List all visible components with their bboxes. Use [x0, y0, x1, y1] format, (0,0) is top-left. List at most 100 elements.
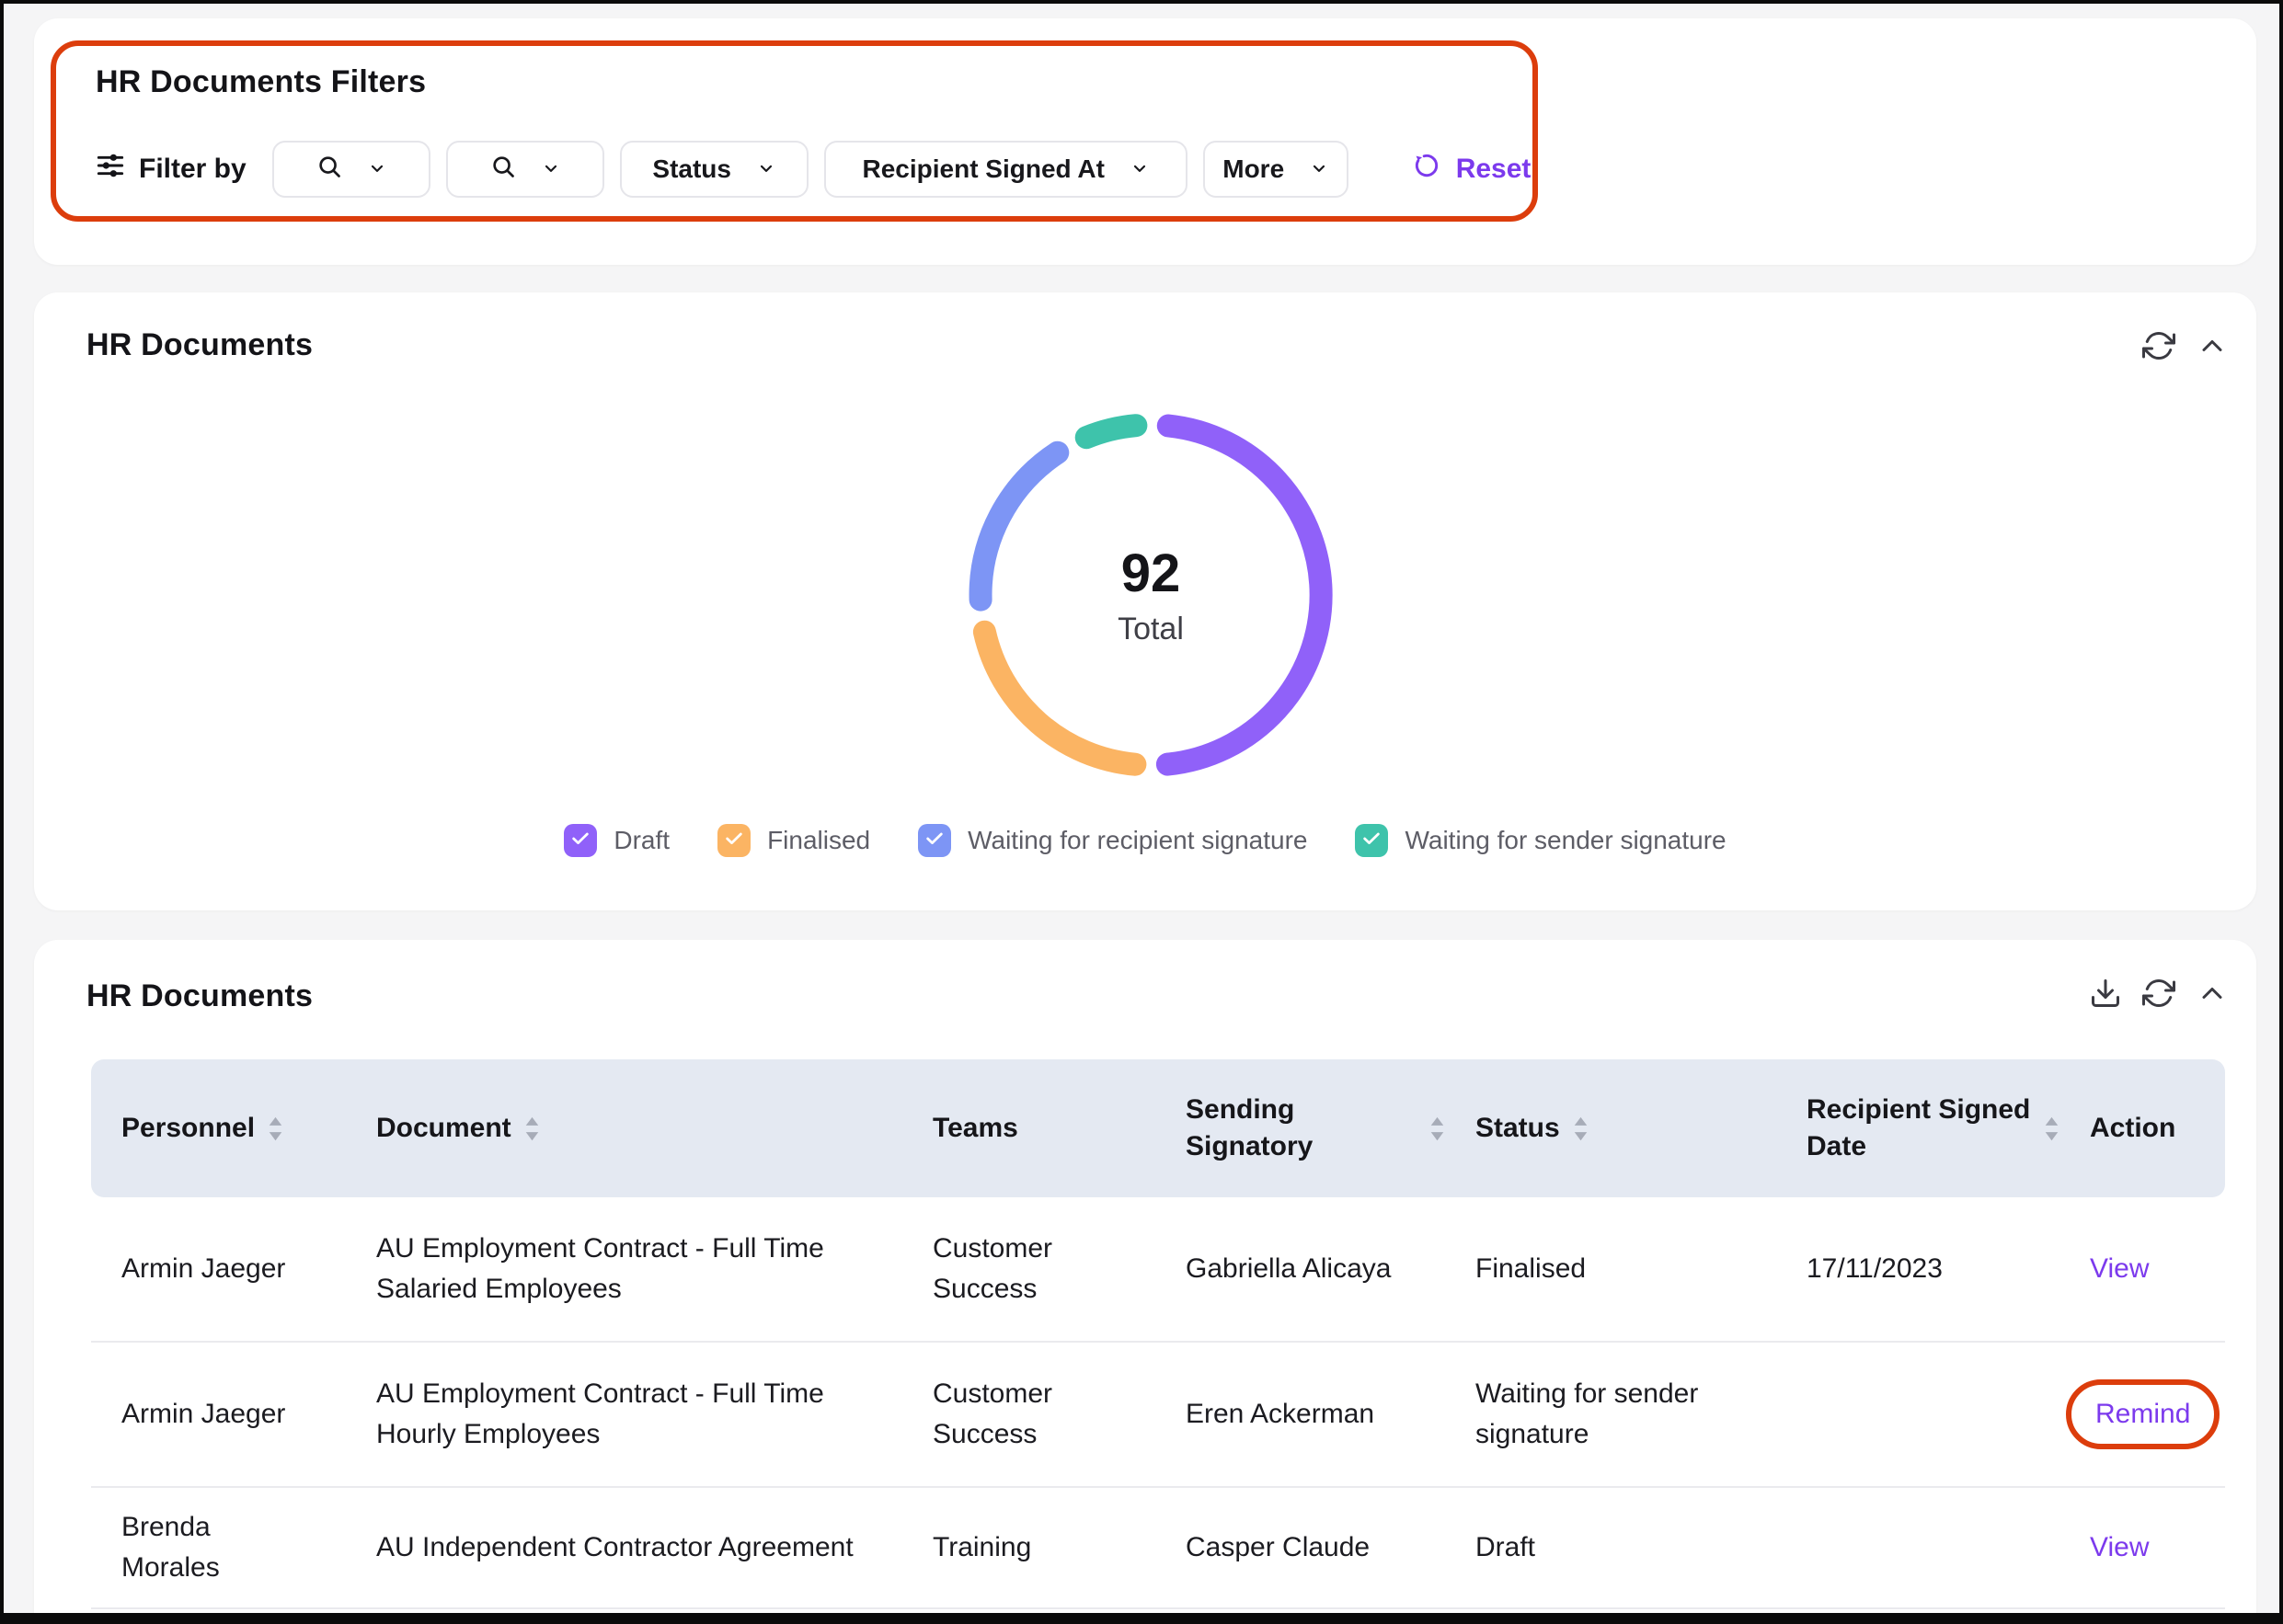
chevron-down-icon — [368, 154, 386, 184]
cell-personnel: Armin Jaeger — [91, 1394, 346, 1435]
cell-personnel: Brenda Morales — [91, 1507, 346, 1588]
collapse-icon — [2196, 329, 2229, 365]
download-button[interactable] — [2089, 977, 2122, 1012]
dropdown-label: Recipient Signed At — [862, 154, 1104, 184]
chart-legend: Draft Finalised Waiting for recipient sign… — [34, 824, 2256, 857]
cell-document: AU Employment Contract - Full Time Hourl… — [346, 1374, 902, 1455]
column-label: Action — [2090, 1110, 2175, 1147]
column-label: Recipient Signed Date — [1807, 1092, 2031, 1165]
filter-by-label-group: Filter by — [96, 151, 247, 188]
column-label: Status — [1475, 1110, 1560, 1147]
collapse-button[interactable] — [2196, 977, 2229, 1012]
cell-document: AU Employment Contract - Full Time Salar… — [346, 1229, 902, 1309]
hr-documents-table: Personnel Document Teams Sending Signatory S… — [91, 1059, 2225, 1609]
action-remind-link[interactable]: Remind — [2066, 1379, 2220, 1449]
legend-checkbox-finalised[interactable] — [717, 824, 751, 857]
check-icon — [570, 826, 591, 855]
action-view-link[interactable]: View — [2090, 1527, 2149, 1568]
cell-teams: Customer Success — [902, 1229, 1155, 1309]
column-label: Document — [376, 1110, 511, 1147]
search-filter-dropdown-1[interactable] — [272, 141, 430, 198]
cell-action: Remind — [2059, 1389, 2225, 1440]
table-card-actions — [2089, 977, 2229, 1012]
table-row: Brenda MoralesAU Independent Contractor … — [91, 1488, 2225, 1609]
reset-button[interactable]: Reset — [1412, 151, 1532, 188]
cell-status: Draft — [1445, 1527, 1776, 1568]
more-filter-dropdown[interactable]: More — [1203, 141, 1348, 198]
cell-action: View — [2059, 1527, 2225, 1568]
column-label: Sending Signatory — [1186, 1092, 1417, 1165]
table-row: Armin JaegerAU Employment Contract - Ful… — [91, 1197, 2225, 1343]
chevron-down-icon — [542, 154, 560, 184]
refresh-icon — [2142, 977, 2175, 1012]
column-header-sending-signatory[interactable]: Sending Signatory — [1155, 1092, 1445, 1165]
column-header-document[interactable]: Document — [346, 1110, 902, 1147]
legend-item-draft[interactable]: Draft — [564, 824, 670, 857]
sort-icon — [2044, 1115, 2059, 1142]
cell-signatory: Gabriella Alicaya — [1155, 1249, 1445, 1289]
chevron-down-icon — [1310, 154, 1328, 184]
donut-segment-waiting-for-recipient-signature — [981, 452, 1058, 600]
dropdown-label: Status — [652, 154, 731, 184]
check-icon — [924, 826, 945, 855]
refresh-button[interactable] — [2142, 977, 2175, 1012]
chevron-down-icon — [1130, 154, 1149, 184]
cell-document: AU Independent Contractor Agreement — [346, 1527, 902, 1568]
recipient-signed-at-filter-dropdown[interactable]: Recipient Signed At — [824, 141, 1187, 198]
table-card-title: HR Documents — [86, 978, 313, 1014]
column-header-personnel[interactable]: Personnel — [91, 1110, 346, 1147]
column-header-status[interactable]: Status — [1445, 1110, 1776, 1147]
rotate-ccw-icon — [1412, 151, 1441, 188]
chart-card: HR Documents 92 Total Draft Finalised Wait… — [34, 292, 2256, 910]
legend-label: Waiting for recipient signature — [968, 826, 1307, 855]
search-icon — [316, 154, 342, 186]
chart-card-actions — [2142, 329, 2229, 365]
legend-item-finalised[interactable]: Finalised — [717, 824, 870, 857]
legend-checkbox-waiting-for-recipient-signature[interactable] — [918, 824, 951, 857]
donut-segment-finalised — [984, 632, 1135, 764]
table-card: HR Documents Personnel Document Teams Sendi… — [34, 940, 2256, 1624]
action-view-link[interactable]: View — [2090, 1249, 2149, 1289]
column-label: Teams — [933, 1110, 1018, 1147]
status-filter-dropdown[interactable]: Status — [620, 141, 809, 198]
column-label: Personnel — [121, 1110, 255, 1147]
donut-chart: 92 Total — [939, 383, 1362, 806]
table-row: Armin JaegerAU Employment Contract - Ful… — [91, 1343, 2225, 1488]
collapse-button[interactable] — [2196, 329, 2229, 365]
sliders-icon — [96, 151, 125, 188]
search-filter-dropdown-2[interactable] — [446, 141, 604, 198]
cell-personnel: Armin Jaeger — [91, 1249, 346, 1289]
check-icon — [1361, 826, 1382, 855]
legend-item-waiting-for-recipient-signature[interactable]: Waiting for recipient signature — [918, 824, 1307, 857]
legend-label: Draft — [614, 826, 670, 855]
search-icon — [490, 154, 516, 186]
legend-label: Waiting for sender signature — [1405, 826, 1726, 855]
cell-teams: Customer Success — [902, 1374, 1155, 1455]
cell-status: Waiting for sender signature — [1445, 1374, 1776, 1455]
filter-by-label: Filter by — [139, 154, 247, 185]
filters-card-title: HR Documents Filters — [96, 64, 426, 100]
refresh-icon — [2142, 329, 2175, 365]
sort-icon — [268, 1115, 283, 1142]
refresh-button[interactable] — [2142, 329, 2175, 365]
table-header-row: Personnel Document Teams Sending Signatory S… — [91, 1059, 2225, 1197]
cell-action: View — [2059, 1249, 2225, 1289]
cell-date: 17/11/2023 — [1776, 1249, 2059, 1289]
filters-card: HR Documents Filters Filter by Status Rec… — [34, 18, 2256, 265]
sort-icon — [1573, 1115, 1589, 1142]
cell-signatory: Eren Ackerman — [1155, 1394, 1445, 1435]
page: HR Documents Filters Filter by Status Rec… — [0, 0, 2283, 1624]
donut-chart-svg — [939, 383, 1362, 806]
table-body: Armin JaegerAU Employment Contract - Ful… — [91, 1197, 2225, 1609]
column-header-teams: Teams — [902, 1110, 1155, 1147]
collapse-icon — [2196, 977, 2229, 1012]
legend-checkbox-waiting-for-sender-signature[interactable] — [1355, 824, 1388, 857]
chevron-down-icon — [757, 154, 775, 184]
chart-card-title: HR Documents — [86, 327, 313, 363]
legend-item-waiting-for-sender-signature[interactable]: Waiting for sender signature — [1355, 824, 1726, 857]
donut-segment-waiting-for-sender-signature — [1086, 426, 1136, 438]
legend-checkbox-draft[interactable] — [564, 824, 597, 857]
cell-status: Finalised — [1445, 1249, 1776, 1289]
sort-icon — [1429, 1115, 1445, 1142]
column-header-recipient-signed-date[interactable]: Recipient Signed Date — [1776, 1092, 2059, 1165]
